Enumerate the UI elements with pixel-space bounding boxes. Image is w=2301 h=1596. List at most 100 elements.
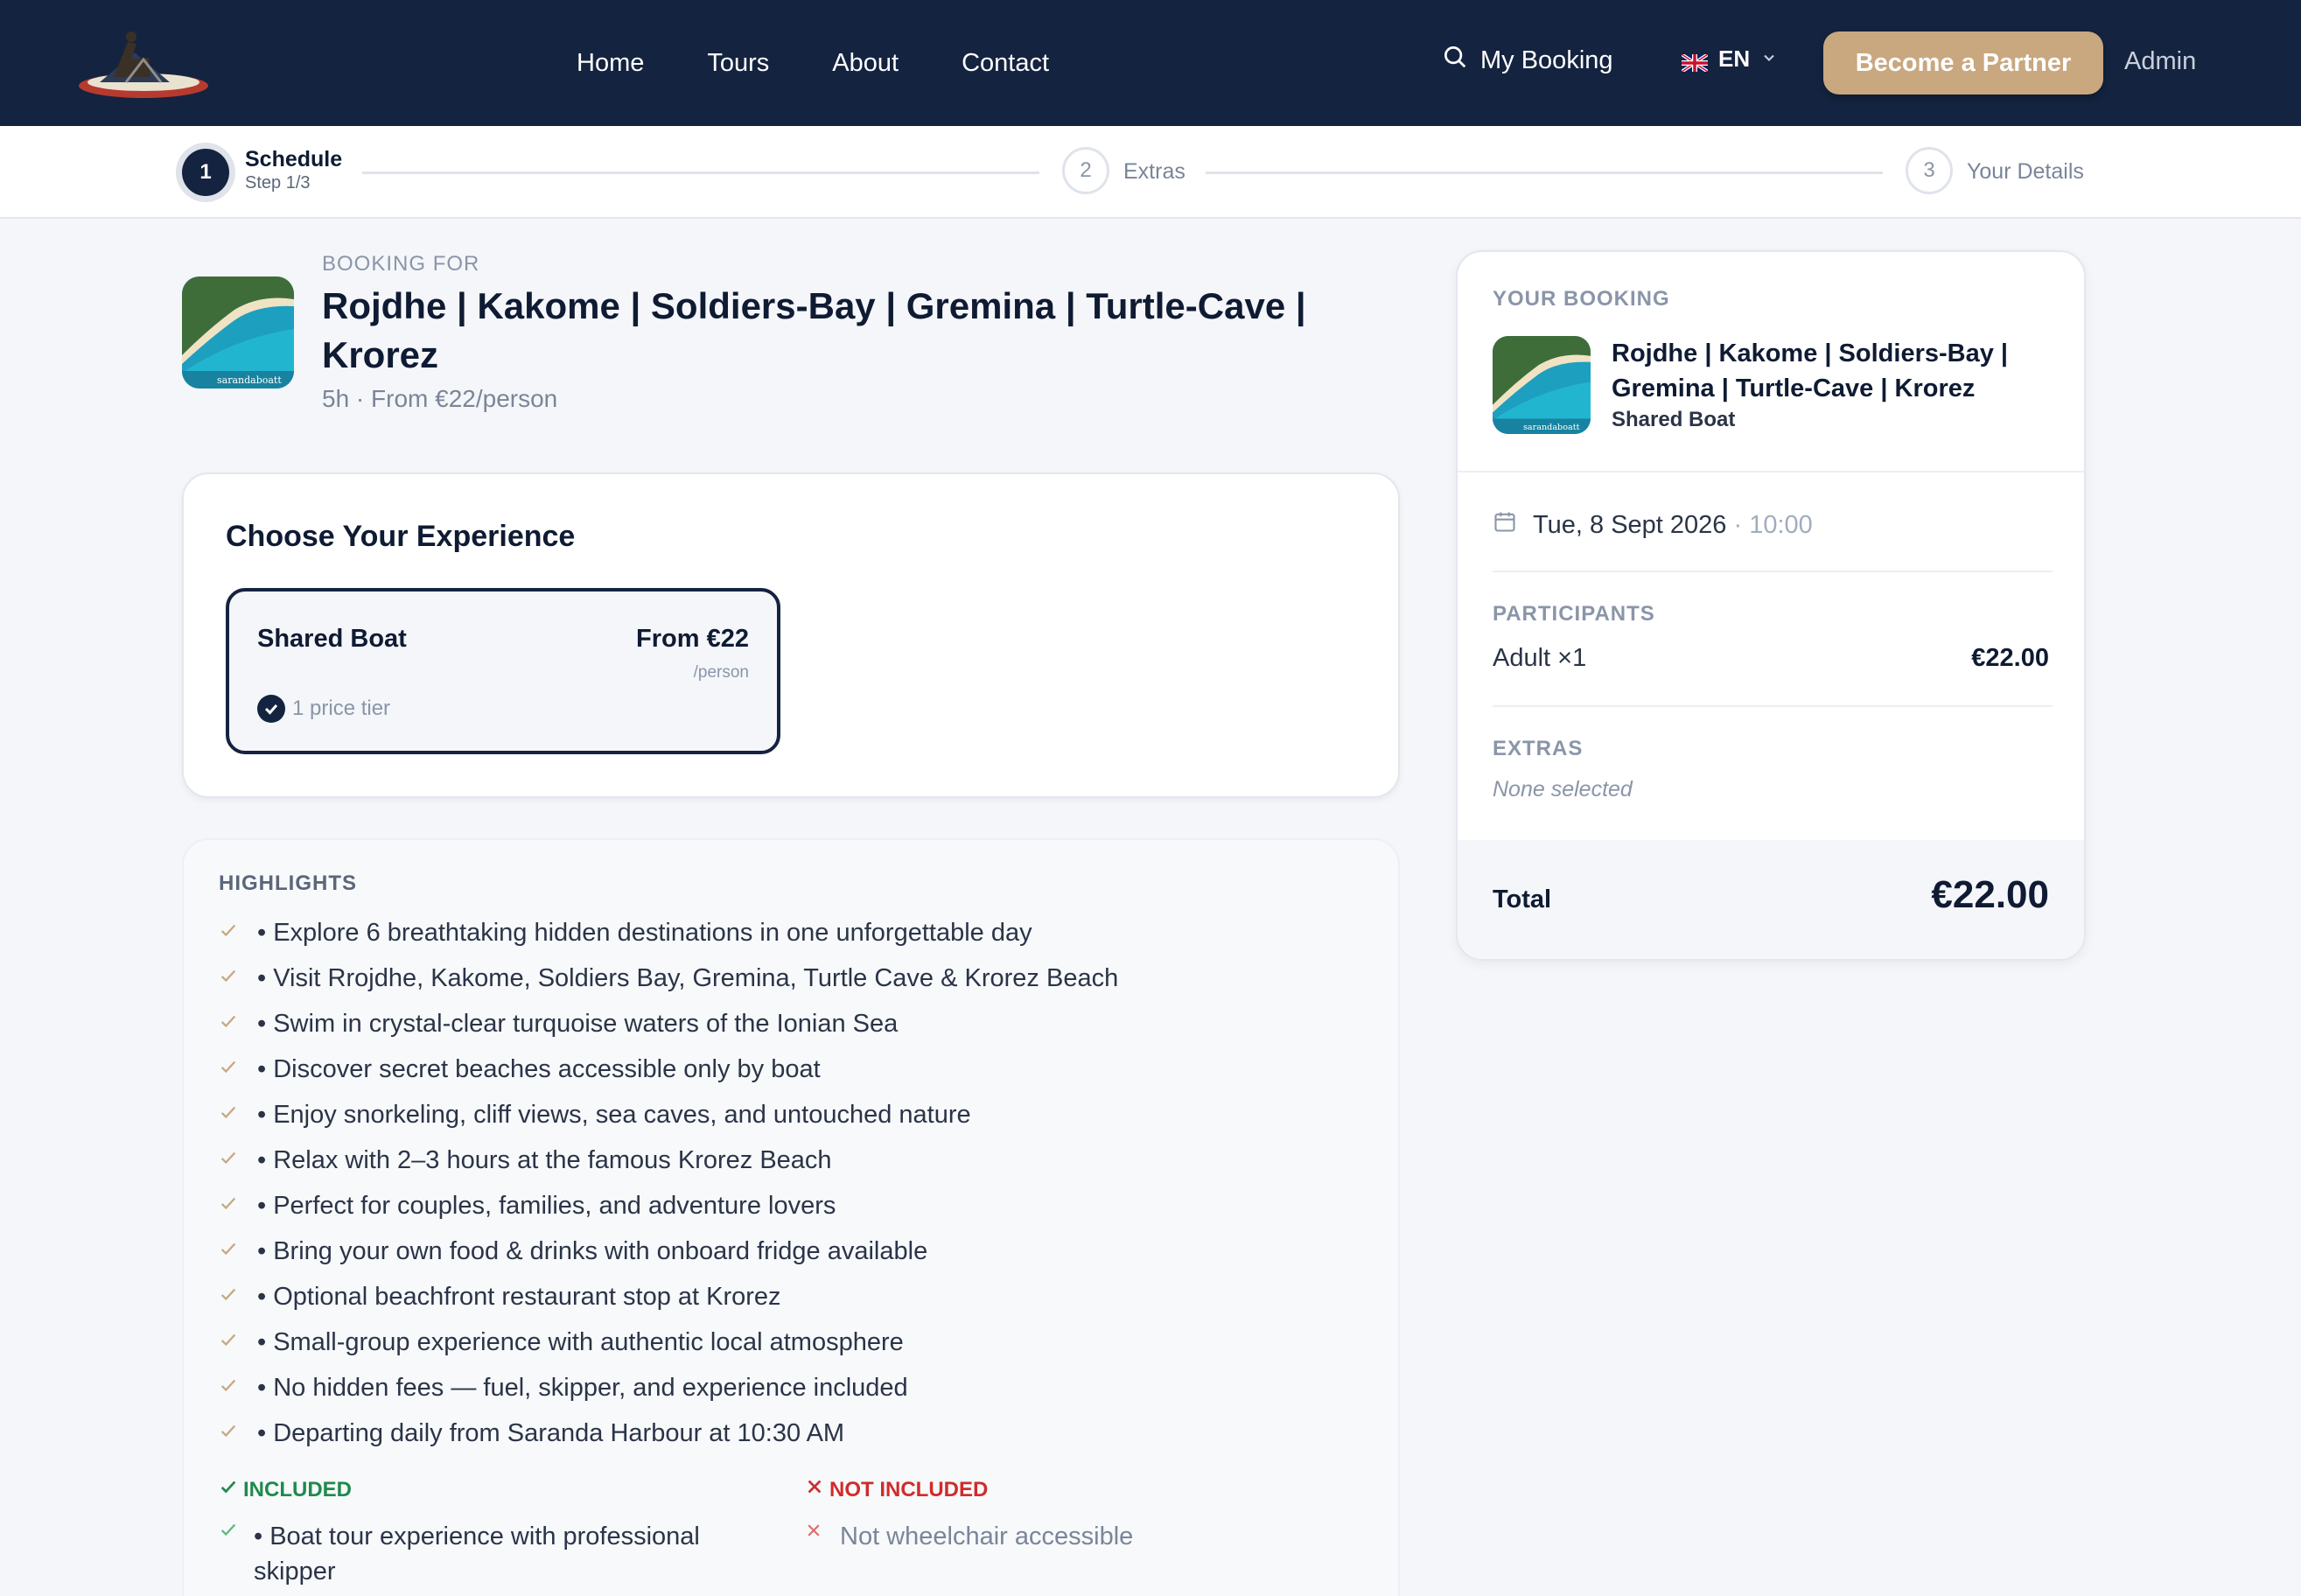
- highlight-text: • Departing daily from Saranda Harbour a…: [257, 1418, 845, 1447]
- highlight-item: • Optional beachfront restaurant stop at…: [219, 1274, 1118, 1320]
- choose-experience-heading: Choose Your Experience: [226, 520, 576, 553]
- highlight-text: • Enjoy snorkeling, cliff views, sea cav…: [257, 1100, 971, 1129]
- your-booking-label: YOUR BOOKING: [1493, 287, 1670, 311]
- booking-stepper: 1 Schedule Step 1/3 2 Extras 3 Your Deta…: [0, 126, 2301, 219]
- highlight-text: • Explore 6 breathtaking hidden destinat…: [257, 918, 1032, 947]
- tour-title: Rojdhe | Kakome | Soldiers-Bay | Gremina…: [322, 285, 1306, 375]
- highlight-item: • Small-group experience with authentic …: [219, 1320, 1118, 1365]
- summary-tour-title: Rojdhe | Kakome | Soldiers-Bay | Gremina…: [1612, 340, 2009, 402]
- option-price-tier: 1 price tier: [292, 696, 391, 720]
- check-icon: [219, 1054, 241, 1077]
- close-icon: [805, 1477, 824, 1502]
- highlight-text: • Perfect for couples, families, and adv…: [257, 1191, 836, 1220]
- check-icon: [219, 1191, 241, 1214]
- divider: [1493, 570, 2053, 572]
- highlight-text: • Swim in crystal-clear turquoise waters…: [257, 1009, 899, 1038]
- extras-value: None selected: [1493, 777, 1633, 802]
- highlight-item: • Departing daily from Saranda Harbour a…: [219, 1410, 1118, 1456]
- summary-tour-thumbnail: sarandaboatt: [1493, 336, 1591, 434]
- summary-date: Tue, 8 Sept 2026 · 10:00: [1493, 509, 1813, 541]
- highlights-list: • Explore 6 breathtaking hidden destinat…: [219, 910, 1118, 1456]
- not-included-item: Not wheelchair accessible: [805, 1519, 1133, 1554]
- option-price-unit: /person: [693, 663, 749, 682]
- chevron-down-icon: [1760, 46, 1778, 73]
- main-nav: Home Tours About Contact: [577, 0, 1049, 126]
- highlight-item: • Explore 6 breathtaking hidden destinat…: [219, 910, 1118, 956]
- highlight-item: • No hidden fees — fuel, skipper, and ex…: [219, 1365, 1118, 1410]
- uk-flag-icon: [1680, 51, 1710, 74]
- check-icon: [219, 1514, 254, 1584]
- thumb-watermark: sarandaboatt: [217, 374, 282, 386]
- top-navigation-bar: Home Tours About Contact My Booking EN B…: [0, 0, 2301, 126]
- participant-amount: €22.00: [1971, 644, 2049, 672]
- step-1-title: Schedule: [245, 147, 343, 172]
- highlight-item: • Visit Rrojdhe, Kakome, Soldiers Bay, G…: [219, 956, 1118, 1001]
- divider: [1458, 471, 2084, 472]
- check-icon: [219, 1236, 241, 1259]
- check-icon: [219, 1418, 241, 1441]
- highlight-item: • Relax with 2–3 hours at the famous Kro…: [219, 1138, 1118, 1183]
- step-2-circle: 2: [1062, 147, 1109, 194]
- check-icon: [219, 918, 241, 941]
- search-icon: [1442, 44, 1468, 77]
- step-1-subtitle: Step 1/3: [245, 173, 311, 192]
- check-icon: [219, 963, 241, 986]
- summary-date-value: Tue, 8 Sept 2026: [1533, 510, 1727, 539]
- site-logo[interactable]: [73, 24, 224, 103]
- selected-check-icon: [257, 695, 285, 723]
- tour-meta: 5h · From €22/person: [322, 385, 558, 412]
- included-label: INCLUDED: [219, 1477, 352, 1502]
- highlight-text: • Discover secret beaches accessible onl…: [257, 1054, 821, 1083]
- highlight-text: • Small-group experience with authentic …: [257, 1327, 904, 1356]
- step-connector: [1206, 172, 1883, 174]
- nav-tours-link[interactable]: Tours: [707, 49, 769, 78]
- booking-summary-card: YOUR BOOKING sarandaboatt Rojdhe | Kakom…: [1456, 250, 2086, 961]
- step-1-circle: 1: [182, 149, 229, 196]
- step-3-title: Your Details: [1967, 159, 2084, 184]
- my-booking-link[interactable]: My Booking: [1442, 44, 1613, 77]
- step-connector: [362, 172, 1039, 174]
- participant-name: Adult ×1: [1493, 644, 1587, 672]
- highlight-text: • Bring your own food & drinks with onbo…: [257, 1236, 928, 1265]
- calendar-icon: [1493, 509, 1517, 541]
- step-2-title: Extras: [1123, 159, 1185, 184]
- nav-about-link[interactable]: About: [832, 49, 899, 78]
- highlight-text: • Optional beachfront restaurant stop at…: [257, 1282, 781, 1311]
- highlight-item: • Perfect for couples, families, and adv…: [219, 1183, 1118, 1228]
- highlight-text: • Relax with 2–3 hours at the famous Kro…: [257, 1145, 832, 1174]
- option-name: Shared Boat: [257, 625, 407, 653]
- highlight-item: • Bring your own food & drinks with onbo…: [219, 1228, 1118, 1274]
- my-booking-label: My Booking: [1480, 46, 1613, 74]
- thumb-watermark: sarandaboatt: [1523, 423, 1580, 432]
- close-icon: [805, 1514, 840, 1549]
- highlight-item: • Enjoy snorkeling, cliff views, sea cav…: [219, 1092, 1118, 1138]
- divider: [1493, 705, 2053, 707]
- summary-time-value: · 10:00: [1726, 510, 1813, 539]
- highlights-label: HIGHLIGHTS: [219, 872, 357, 895]
- highlight-text: • Visit Rrojdhe, Kakome, Soldiers Bay, G…: [257, 963, 1119, 992]
- highlight-item: • Discover secret beaches accessible onl…: [219, 1046, 1118, 1092]
- check-icon: [219, 1477, 238, 1502]
- nav-home-link[interactable]: Home: [577, 49, 644, 78]
- check-icon: [219, 1100, 241, 1123]
- step-3-circle: 3: [1906, 147, 1953, 194]
- not-included-label: NOT INCLUDED: [805, 1477, 988, 1502]
- nav-contact-link[interactable]: Contact: [962, 49, 1049, 78]
- tour-thumbnail: sarandaboatt: [182, 276, 294, 388]
- admin-link[interactable]: Admin: [2124, 47, 2196, 76]
- shared-boat-option[interactable]: Shared Boat From €22 /person 1 price tie…: [226, 588, 780, 754]
- language-code: EN: [1718, 46, 1751, 72]
- participant-row: Adult ×1 €22.00: [1493, 644, 2049, 673]
- option-price: From €22: [636, 625, 749, 653]
- check-icon: [219, 1282, 241, 1305]
- highlights-card: HIGHLIGHTS • Explore 6 breathtaking hidd…: [182, 838, 1400, 1596]
- check-icon: [219, 1373, 241, 1396]
- total-value: €22.00: [1931, 873, 2049, 916]
- included-item: • Boat tour experience with professional…: [219, 1519, 761, 1589]
- language-selector[interactable]: EN: [1680, 46, 1778, 74]
- summary-experience-type: Shared Boat: [1612, 408, 1736, 431]
- highlight-item: • Swim in crystal-clear turquoise waters…: [219, 1001, 1118, 1046]
- highlight-text: • No hidden fees — fuel, skipper, and ex…: [257, 1373, 908, 1402]
- become-partner-button[interactable]: Become a Partner: [1823, 32, 2103, 94]
- total-label: Total: [1493, 886, 1552, 914]
